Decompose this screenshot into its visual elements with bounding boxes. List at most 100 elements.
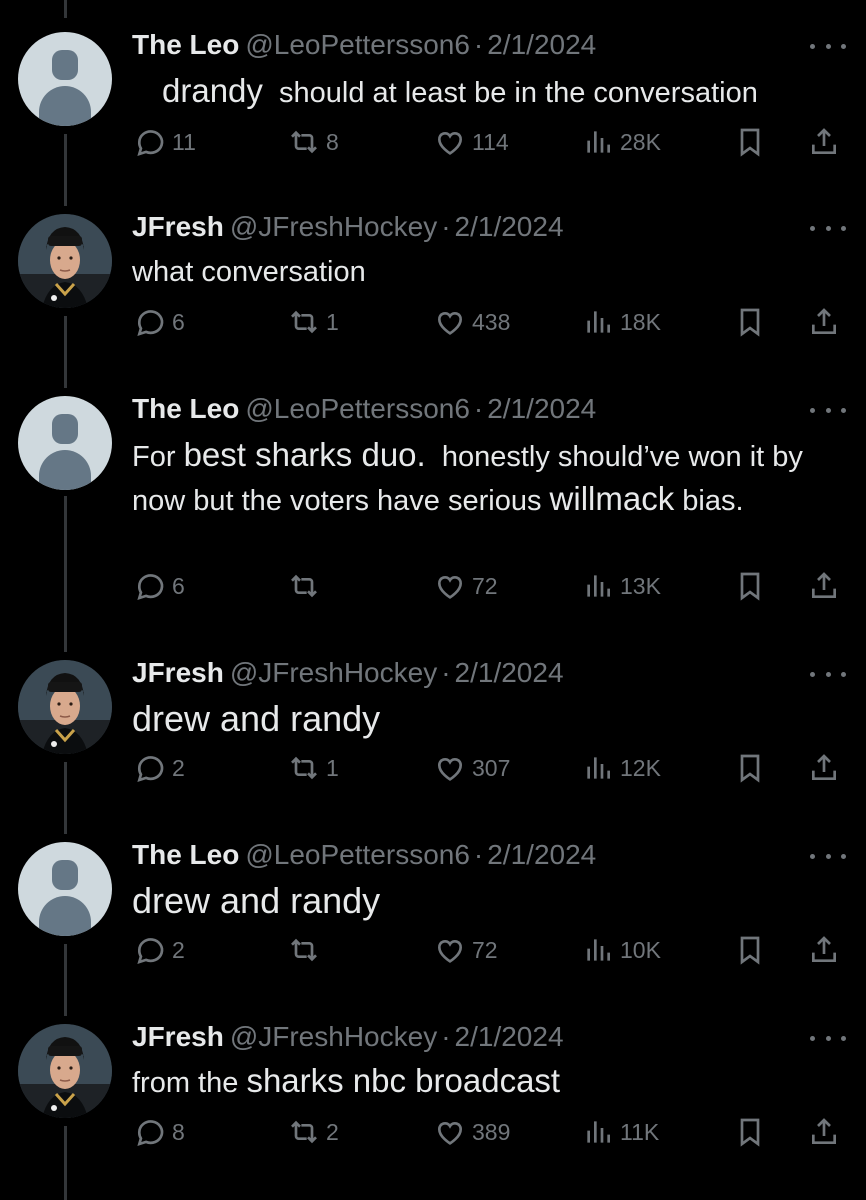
author-handle[interactable]: @LeoPettersson6 — [245, 839, 470, 870]
bookmark-button[interactable] — [734, 306, 766, 338]
tweet-actions: 2 1 307 12K — [0, 752, 866, 792]
hockey-player-avatar[interactable] — [18, 214, 112, 308]
tweet-header: JFresh @JFreshHockey · 2/1/2024 — [132, 211, 564, 242]
author-name[interactable]: The Leo — [132, 29, 239, 60]
tweet-date[interactable]: 2/1/2024 — [487, 393, 596, 424]
share-button[interactable] — [808, 570, 840, 602]
tweet[interactable]: JFresh @JFreshHockey · 2/1/2024 from the sh… — [0, 1020, 866, 1170]
repost-icon — [290, 311, 318, 333]
repost-button[interactable]: 2 — [288, 1116, 339, 1148]
bookmark-icon — [740, 308, 760, 336]
bookmark-button[interactable] — [734, 1116, 766, 1148]
author-name[interactable]: The Leo — [132, 393, 239, 424]
share-icon — [811, 572, 837, 599]
more-options-icon[interactable] — [810, 846, 846, 866]
tweet-text: what conversation — [132, 256, 366, 288]
reply-icon — [137, 130, 164, 156]
views-button[interactable]: 18K — [582, 306, 661, 338]
reply-button[interactable]: 11 — [134, 126, 196, 158]
more-options-icon[interactable] — [810, 400, 846, 420]
share-icon — [811, 1118, 837, 1144]
views-icon — [587, 573, 611, 599]
like-button[interactable]: 389 — [434, 1116, 510, 1148]
more-options-icon[interactable] — [810, 664, 846, 684]
author-name[interactable]: JFresh — [132, 1021, 224, 1052]
reply-thread: The Leo @LeoPettersson6 · 2/1/2024 drandy s… — [0, 0, 866, 1200]
share-button[interactable] — [808, 752, 840, 784]
repost-icon — [290, 757, 318, 779]
share-button[interactable] — [808, 1116, 840, 1148]
like-button[interactable]: 438 — [434, 306, 510, 338]
views-icon — [587, 755, 611, 781]
views-button[interactable]: 13K — [582, 570, 661, 602]
tweet-actions: 2 72 10K — [0, 934, 866, 974]
share-button[interactable] — [808, 306, 840, 338]
reply-button[interactable]: 2 — [134, 934, 185, 966]
bookmark-button[interactable] — [734, 752, 766, 784]
bookmark-button[interactable] — [734, 934, 766, 966]
hockey-player-avatar[interactable] — [18, 1024, 112, 1118]
like-button[interactable]: 72 — [434, 570, 498, 602]
reply-button[interactable]: 8 — [134, 1116, 185, 1148]
more-options-icon[interactable] — [810, 1028, 846, 1048]
hockey-player-avatar[interactable] — [18, 660, 112, 754]
views-button[interactable]: 10K — [582, 934, 661, 966]
tweet-date[interactable]: 2/1/2024 — [455, 1021, 564, 1052]
author-handle[interactable]: @LeoPettersson6 — [245, 393, 470, 424]
more-options-icon[interactable] — [810, 36, 846, 56]
reply-button[interactable]: 2 — [134, 752, 185, 784]
repost-button[interactable] — [288, 570, 326, 602]
tweet-header: JFresh @JFreshHockey · 2/1/2024 — [132, 1021, 564, 1052]
tweet-date[interactable]: 2/1/2024 — [455, 657, 564, 688]
author-handle[interactable]: @JFreshHockey — [230, 1021, 437, 1052]
views-button[interactable]: 12K — [582, 752, 661, 784]
tweet[interactable]: The Leo @LeoPettersson6 · 2/1/2024 drew and… — [0, 838, 866, 988]
heart-icon — [437, 575, 463, 599]
share-button[interactable] — [808, 934, 840, 966]
tweet-header: The Leo @LeoPettersson6 · 2/1/2024 — [132, 393, 597, 424]
author-handle[interactable]: @JFreshHockey — [230, 211, 437, 242]
tweet[interactable]: JFresh @JFreshHockey · 2/1/2024 what conver… — [0, 210, 866, 360]
default-avatar[interactable] — [18, 32, 112, 126]
heart-icon — [437, 131, 463, 155]
tweet-text: drew and randy — [132, 698, 381, 739]
reply-icon — [137, 574, 164, 600]
views-button[interactable]: 28K — [582, 126, 661, 158]
tweet-date[interactable]: 2/1/2024 — [455, 211, 564, 242]
like-button[interactable]: 72 — [434, 934, 498, 966]
bookmark-icon — [740, 936, 760, 964]
tweet-header: The Leo @LeoPettersson6 · 2/1/2024 — [132, 839, 597, 870]
like-button[interactable]: 307 — [434, 752, 510, 784]
views-icon — [587, 937, 611, 963]
repost-button[interactable]: 1 — [288, 752, 339, 784]
author-name[interactable]: JFresh — [132, 211, 224, 242]
views-button[interactable]: 11K — [582, 1116, 659, 1148]
repost-button[interactable]: 8 — [288, 126, 339, 158]
reply-button[interactable]: 6 — [134, 570, 185, 602]
hockey-player-photo — [18, 1024, 112, 1118]
default-avatar[interactable] — [18, 396, 112, 490]
author-name[interactable]: The Leo — [132, 839, 239, 870]
share-icon — [811, 308, 837, 334]
bookmark-button[interactable] — [734, 126, 766, 158]
reply-icon — [137, 1120, 164, 1146]
more-options-icon[interactable] — [810, 218, 846, 238]
tweet[interactable]: The Leo @LeoPettersson6 · 2/1/2024 For best… — [0, 392, 866, 632]
tweet-header: The Leo @LeoPettersson6 · 2/1/2024 — [132, 29, 597, 60]
tweet-date[interactable]: 2/1/2024 — [487, 29, 596, 60]
share-icon — [811, 754, 837, 781]
tweet-date[interactable]: 2/1/2024 — [487, 839, 596, 870]
author-handle[interactable]: @JFreshHockey — [230, 657, 437, 688]
like-button[interactable]: 114 — [434, 126, 509, 158]
default-avatar[interactable] — [18, 842, 112, 936]
share-button[interactable] — [808, 126, 840, 158]
tweet[interactable]: The Leo @LeoPettersson6 · 2/1/2024 drandy s… — [0, 28, 866, 178]
bookmark-button[interactable] — [734, 570, 766, 602]
author-handle[interactable]: @LeoPettersson6 — [245, 29, 470, 60]
repost-button[interactable]: 1 — [288, 306, 339, 338]
reply-button[interactable]: 6 — [134, 306, 185, 338]
author-name[interactable]: JFresh — [132, 657, 224, 688]
tweet-text: from the sharks nbc broadcast — [132, 1062, 561, 1099]
tweet[interactable]: JFresh @JFreshHockey · 2/1/2024 drew and ra… — [0, 656, 866, 806]
repost-button[interactable] — [288, 934, 326, 966]
